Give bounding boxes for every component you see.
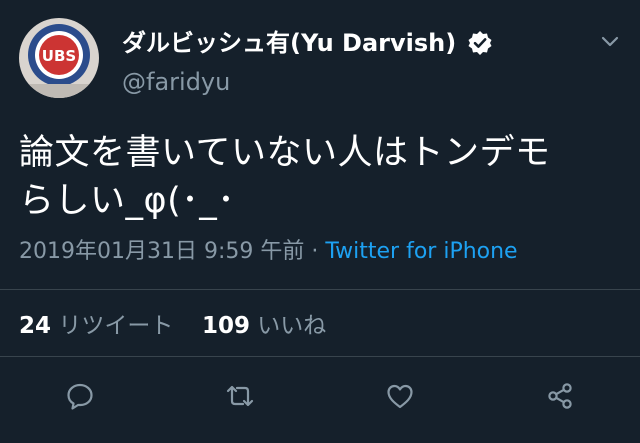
tweet-text-line: らしい_φ(･_･ <box>19 181 236 221</box>
reply-icon[interactable] <box>56 372 104 420</box>
likes-stat[interactable]: 109 いいね <box>202 313 326 339</box>
tweet-text-line: 論文を書いていない人はトンデモ <box>19 133 551 173</box>
heart-icon[interactable] <box>376 372 424 420</box>
tweet-source-link[interactable]: Twitter for iPhone <box>325 239 517 264</box>
divider <box>0 289 640 290</box>
retweet-icon[interactable] <box>216 372 264 420</box>
avatar[interactable]: UBS <box>19 18 99 98</box>
share-icon[interactable] <box>536 372 584 420</box>
likes-count: 109 <box>201 313 250 339</box>
retweets-count: 24 <box>19 313 52 339</box>
display-name[interactable]: ダルビッシュ有(Yu Darvish) <box>122 27 456 59</box>
tweet-text: 論文を書いていない人はトンデモ らしい_φ(･_･ <box>19 129 619 225</box>
likes-label: いいね <box>257 313 327 339</box>
user-handle[interactable]: @faridyu <box>122 66 230 98</box>
retweets-label: リツイート <box>58 313 174 339</box>
retweets-stat[interactable]: 24 リツイート <box>19 313 173 339</box>
tweet-actions-bar <box>0 372 640 420</box>
engagement-stats: 24 リツイート 109 いいね <box>19 310 326 342</box>
avatar-logo-text: UBS <box>42 47 76 65</box>
chevron-down-icon[interactable] <box>598 30 622 54</box>
meta-separator: · <box>304 239 326 264</box>
tweet-timestamp[interactable]: 2019年01月31日 9:59 午前 <box>19 239 304 264</box>
verified-badge-icon <box>467 30 493 56</box>
tweet-meta: 2019年01月31日 9:59 午前 · Twitter for iPhone <box>19 236 518 268</box>
divider <box>0 356 640 357</box>
